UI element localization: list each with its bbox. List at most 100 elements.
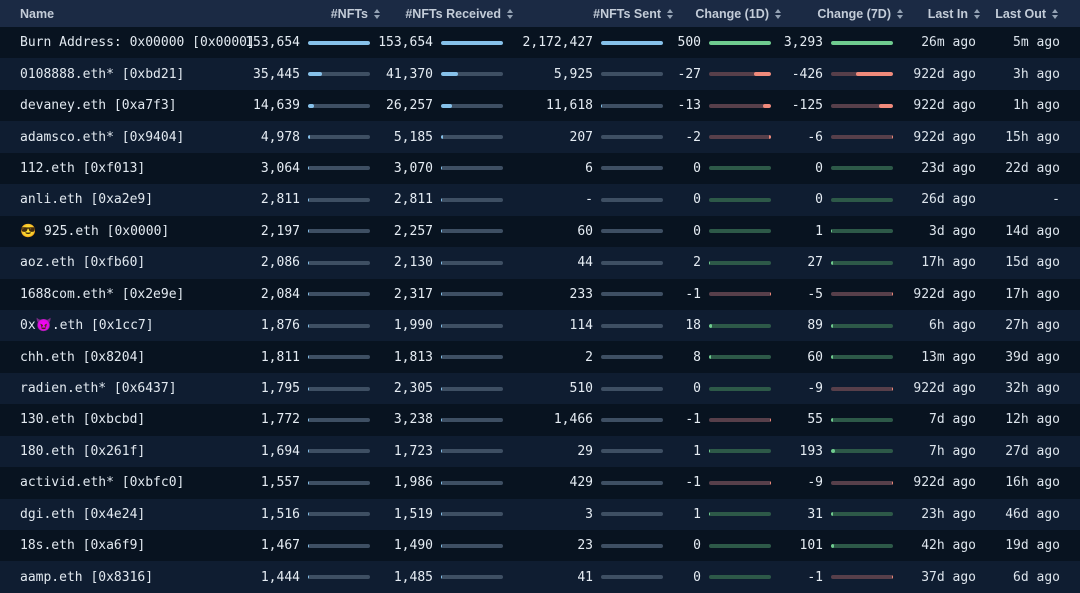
sort-icon[interactable] — [667, 9, 673, 19]
wallet-name-cell[interactable]: 130.eth [0xbcbd] — [0, 412, 252, 427]
nfts-value: 1,811 — [261, 350, 300, 365]
wallet-name-cell[interactable]: adamsco.eth* [0x9404] — [0, 130, 252, 145]
change-bar — [831, 418, 893, 422]
received-cell: 2,305 — [382, 381, 515, 396]
wallet-name-cell[interactable]: 😎 925.eth [0x0000] — [0, 224, 252, 239]
last-out-cell: 32h ago — [982, 381, 1060, 396]
table-row[interactable]: activid.eth* [0xbfc0]1,5571,986429-1-992… — [0, 467, 1080, 498]
sort-icon[interactable] — [507, 9, 513, 19]
table-row[interactable]: 112.eth [0xf013]3,0643,07060023d ago22d … — [0, 153, 1080, 184]
volume-bar — [601, 261, 663, 265]
table-row[interactable]: aamp.eth [0x8316]1,4441,485410-137d ago6… — [0, 561, 1080, 592]
sort-icon[interactable] — [897, 9, 903, 19]
header-cell-change-1d[interactable]: Change (1D) — [675, 7, 783, 21]
received-cell: 41,370 — [382, 67, 515, 82]
sort-icon[interactable] — [374, 9, 380, 19]
received-cell: 2,257 — [382, 224, 515, 239]
wallet-name-cell[interactable]: 180.eth [0x261f] — [0, 444, 252, 459]
wallet-name-cell[interactable]: 112.eth [0xf013] — [0, 161, 252, 176]
table-row[interactable]: 0x😈.eth [0x1cc7]1,8761,99011418896h ago2… — [0, 310, 1080, 341]
volume-bar — [601, 355, 663, 359]
table-row[interactable]: 130.eth [0xbcbd]1,7723,2381,466-1557d ag… — [0, 404, 1080, 435]
bar-fill — [441, 72, 458, 76]
header-cell-last-out[interactable]: Last Out — [982, 7, 1060, 21]
sent-value: 1,466 — [554, 412, 593, 427]
last-out-value: 14d ago — [1005, 224, 1060, 239]
last-out-value: 32h ago — [1005, 381, 1060, 396]
header-cell-name[interactable]: Name — [0, 7, 252, 21]
header-cell-nfts[interactable]: #NFTs — [252, 7, 382, 21]
header-cell-nfts-sent[interactable]: #NFTs Sent — [515, 7, 675, 21]
bar-fill — [856, 72, 893, 76]
table-row[interactable]: dgi.eth [0x4e24]1,5161,519313123h ago46d… — [0, 499, 1080, 530]
table-row[interactable]: radien.eth* [0x6437]1,7952,3055100-9922d… — [0, 373, 1080, 404]
wallet-name-cell[interactable]: 0x😈.eth [0x1cc7] — [0, 318, 252, 333]
sort-icon[interactable] — [1052, 9, 1058, 19]
table-row[interactable]: 1688com.eth* [0x2e9e]2,0842,317233-1-592… — [0, 279, 1080, 310]
nfts-value: 1,444 — [261, 570, 300, 585]
wallet-name-cell[interactable]: 1688com.eth* [0x2e9e] — [0, 287, 252, 302]
sent-value: - — [585, 192, 593, 207]
table-row[interactable]: anli.eth [0xa2e9]2,8112,811-0026d ago- — [0, 184, 1080, 215]
received-cell: 153,654 — [382, 35, 515, 50]
wallet-name-cell[interactable]: activid.eth* [0xbfc0] — [0, 475, 252, 490]
wallet-name-cell[interactable]: 0108888.eth* [0xbd21] — [0, 67, 252, 82]
volume-bar — [441, 355, 503, 359]
change1d-value: 18 — [685, 318, 701, 333]
volume-bar — [308, 198, 370, 202]
wallet-name-cell[interactable]: radien.eth* [0x6437] — [0, 381, 252, 396]
last-in-cell: 922d ago — [905, 67, 982, 82]
volume-bar — [601, 41, 663, 45]
sort-icon[interactable] — [974, 9, 980, 19]
table-row[interactable]: aoz.eth [0xfb60]2,0862,1304422717h ago15… — [0, 247, 1080, 278]
change-bar — [831, 198, 893, 202]
last-out-value: 15h ago — [1005, 130, 1060, 145]
table-row[interactable]: adamsco.eth* [0x9404]4,9785,185207-2-692… — [0, 121, 1080, 152]
volume-bar — [308, 292, 370, 296]
volume-bar — [308, 418, 370, 422]
last-out-cell: 17h ago — [982, 287, 1060, 302]
last-out-cell: 15d ago — [982, 255, 1060, 270]
last-in-value: 26m ago — [921, 35, 976, 50]
wallet-name-cell[interactable]: Burn Address: 0x00000 [0x0000] — [0, 35, 252, 50]
change-bar — [831, 449, 893, 453]
nfts-value: 1,772 — [261, 412, 300, 427]
wallet-name-cell[interactable]: chh.eth [0x8204] — [0, 350, 252, 365]
volume-bar — [308, 229, 370, 233]
table-row[interactable]: devaney.eth [0xa7f3]14,63926,25711,618-1… — [0, 90, 1080, 121]
table-row[interactable]: Burn Address: 0x00000 [0x0000]153,654153… — [0, 27, 1080, 58]
bar-fill — [879, 104, 893, 108]
table-row[interactable]: 180.eth [0x261f]1,6941,7232911937h ago27… — [0, 436, 1080, 467]
sent-cell: 1,466 — [515, 412, 675, 427]
table-row[interactable]: 18s.eth [0xa6f9]1,4671,49023010142h ago1… — [0, 530, 1080, 561]
header-cell-change-7d[interactable]: Change (7D) — [783, 7, 905, 21]
table-row[interactable]: 😎 925.eth [0x0000]2,1972,25760013d ago14… — [0, 216, 1080, 247]
header-cell-last-in[interactable]: Last In — [905, 7, 982, 21]
sent-value: 233 — [570, 287, 593, 302]
last-out-cell: 6d ago — [982, 570, 1060, 585]
wallet-name-cell[interactable]: 18s.eth [0xa6f9] — [0, 538, 252, 553]
last-in-cell: 922d ago — [905, 130, 982, 145]
wallet-name-cell[interactable]: aamp.eth [0x8316] — [0, 570, 252, 585]
change1d-cell: 0 — [675, 192, 783, 207]
change1d-cell: -1 — [675, 412, 783, 427]
volume-bar — [601, 135, 663, 139]
change7d-value: 0 — [815, 161, 823, 176]
volume-bar — [441, 261, 503, 265]
header-cell-nfts-received[interactable]: #NFTs Received — [382, 7, 515, 21]
last-in-value: 3d ago — [929, 224, 976, 239]
volume-bar — [441, 72, 503, 76]
wallet-name-cell[interactable]: aoz.eth [0xfb60] — [0, 255, 252, 270]
received-value: 2,130 — [394, 255, 433, 270]
sort-icon[interactable] — [775, 9, 781, 19]
bar-fill — [441, 355, 442, 359]
header-label-nfts-received: #NFTs Received — [405, 7, 501, 21]
table-row[interactable]: chh.eth [0x8204]1,8111,813286013m ago39d… — [0, 341, 1080, 372]
table-row[interactable]: 0108888.eth* [0xbd21]35,44541,3705,925-2… — [0, 58, 1080, 89]
volume-bar — [308, 166, 370, 170]
wallet-name-cell[interactable]: dgi.eth [0x4e24] — [0, 507, 252, 522]
wallet-name-cell[interactable]: devaney.eth [0xa7f3] — [0, 98, 252, 113]
received-cell: 1,986 — [382, 475, 515, 490]
change1d-cell: -13 — [675, 98, 783, 113]
wallet-name-cell[interactable]: anli.eth [0xa2e9] — [0, 192, 252, 207]
